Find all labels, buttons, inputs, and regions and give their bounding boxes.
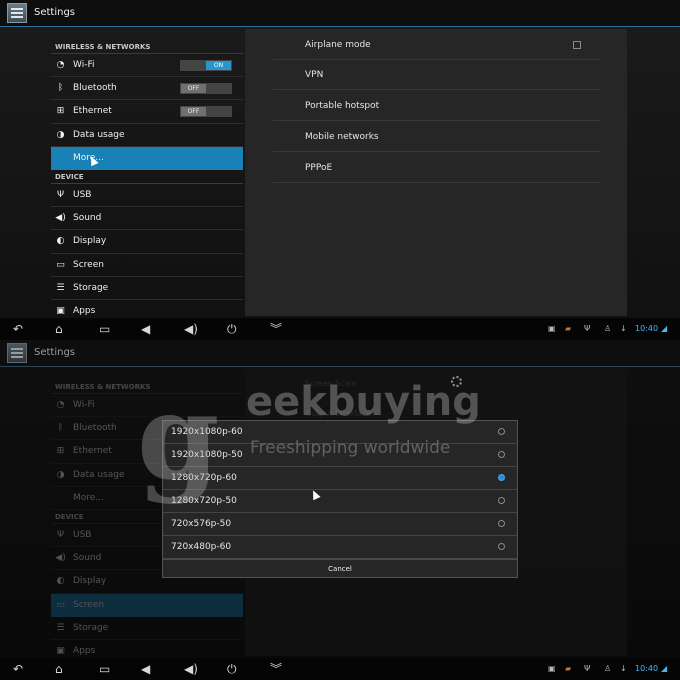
recent-apps-icon[interactable]: ▭ <box>99 322 110 336</box>
more-settings-panel: Airplane mode VPN Portable hotspot Mobil… <box>245 29 627 316</box>
power-icon[interactable]: ⏻ <box>227 322 237 336</box>
menu-item-portable-hotspot[interactable]: Portable hotspot <box>273 91 601 121</box>
data-usage-icon: ◑ <box>56 129 65 140</box>
settings-app-icon-dimmed <box>7 343 27 363</box>
sidebar-item-sound[interactable]: ◀) Sound <box>51 207 243 231</box>
sidebar-item-usb[interactable]: Ψ USB <box>51 184 243 208</box>
menu-collapse-icon[interactable]: ︾ <box>270 322 282 336</box>
usb-status-icon: Ψ <box>584 324 591 333</box>
usb-icon: Ψ <box>56 189 65 200</box>
watermark-logo-word: eekbuying <box>246 379 481 425</box>
watermark-logo-g: g <box>137 367 220 506</box>
action-bar-dimmed: Settings <box>0 340 680 367</box>
bluetooth-toggle[interactable]: OFF <box>180 83 232 95</box>
sidebar-item-wifi[interactable]: ◔ Wi-Fi ON <box>51 54 243 78</box>
download-icon: ↓ <box>620 324 627 333</box>
ethernet-icon: ⊞ <box>56 106 65 117</box>
volume-up-icon[interactable]: ◀) <box>184 662 198 676</box>
radio-button-checked[interactable] <box>498 474 505 481</box>
navigation-bar: ↶ ⌂ ▭ ◀ ◀) ⏻ ︾ ▣ ▰ Ψ ♙ ↓ 10:40 ◢ <box>0 318 680 340</box>
settings-sidebar: WIRELESS & NETWORKS ◔ Wi-Fi ON ᛒ Bluetooth O… <box>51 40 243 318</box>
sidebar-item-data-usage[interactable]: ◑ Data usage <box>51 124 243 147</box>
radio-button[interactable] <box>498 451 505 458</box>
usb-status-icon: Ψ <box>584 664 591 673</box>
download-icon: ↓ <box>620 664 627 673</box>
radio-button[interactable] <box>498 520 505 527</box>
section-device: DEVICE <box>51 170 243 184</box>
wifi-signal-icon: ◢ <box>661 324 668 333</box>
power-icon[interactable]: ⏻ <box>227 662 237 676</box>
recent-apps-icon[interactable]: ▭ <box>99 662 110 676</box>
status-screenshot-icon: ▣ <box>548 324 556 333</box>
menu-item-mobile-networks[interactable]: Mobile networks <box>273 122 601 152</box>
bluetooth-icon: ᛒ <box>57 83 64 94</box>
radio-button[interactable] <box>498 428 505 435</box>
volume-down-icon[interactable]: ◀ <box>141 662 150 676</box>
screen-icon: ▭ <box>56 259 65 270</box>
app-title-dimmed: Settings <box>34 347 76 358</box>
radio-button[interactable] <box>498 543 505 550</box>
wifi-toggle[interactable]: ON <box>180 60 232 71</box>
airplane-mode-checkbox[interactable] <box>573 41 581 49</box>
clock: 10:40 <box>635 664 659 673</box>
volume-up-icon[interactable]: ◀) <box>184 322 198 336</box>
storage-icon: ☰ <box>56 282 65 293</box>
settings-screen-more: Settings WIRELESS & NETWORKS ◔ Wi-Fi ON ᛒB… <box>0 0 680 340</box>
settings-app-icon[interactable] <box>7 3 27 23</box>
wifi-icon: ◔ <box>56 60 65 70</box>
home-icon[interactable]: ⌂ <box>55 662 63 676</box>
app-title: Settings <box>34 7 76 18</box>
radio-button[interactable] <box>498 497 505 504</box>
action-bar: Settings <box>0 0 680 27</box>
sidebar-item-more[interactable]: More... <box>51 146 243 170</box>
navigation-bar: ↶ ⌂ ▭ ◀ ◀) ⏻ ︾ ▣ ▰ Ψ ♙ ↓ 10:40 ◢ <box>0 658 680 680</box>
menu-item-pppoe[interactable]: PPPoE <box>273 153 601 183</box>
menu-collapse-icon[interactable]: ︾ <box>270 662 282 676</box>
back-icon[interactable]: ↶ <box>13 322 23 336</box>
status-notification-icon: ▰ <box>565 664 572 673</box>
sidebar-item-display[interactable]: ◐ Display <box>51 230 243 254</box>
volume-down-icon[interactable]: ◀ <box>141 322 150 336</box>
home-icon[interactable]: ⌂ <box>55 322 63 336</box>
clock: 10:40 <box>635 324 659 333</box>
sidebar-item-bluetooth[interactable]: ᛒ Bluetooth OFF <box>51 77 243 101</box>
sidebar-item-storage[interactable]: ☰ Storage <box>51 277 243 300</box>
menu-item-vpn[interactable]: VPN <box>273 60 601 90</box>
section-wireless-networks: WIRELESS & NETWORKS <box>51 40 243 54</box>
resolution-option[interactable]: 720x576p-50 <box>163 513 517 536</box>
sidebar-item-ethernet[interactable]: ⊞ Ethernet OFF <box>51 100 243 124</box>
sidebar-item-screen[interactable]: ▭ Screen <box>51 254 243 277</box>
status-notification-icon: ▰ <box>565 324 572 333</box>
menu-item-airplane-mode[interactable]: Airplane mode <box>273 30 601 60</box>
sidebar-item-apps[interactable]: ▣ Apps <box>51 300 243 318</box>
display-icon: ◐ <box>56 236 65 247</box>
android-icon: ♙ <box>604 324 612 333</box>
header-divider <box>0 26 680 27</box>
cancel-button[interactable]: Cancel <box>163 559 517 579</box>
ethernet-toggle[interactable]: OFF <box>180 106 232 118</box>
back-icon[interactable]: ↶ <box>13 662 23 676</box>
apps-icon: ▣ <box>56 305 65 316</box>
android-icon: ♙ <box>604 664 612 673</box>
watermark-tagline: Freeshipping worldwide <box>250 438 451 458</box>
status-screenshot-icon: ▣ <box>548 664 556 673</box>
resolution-option[interactable]: 720x480p-60 <box>163 536 517 559</box>
wifi-signal-icon: ◢ <box>661 664 668 673</box>
sound-icon: ◀) <box>55 213 66 224</box>
